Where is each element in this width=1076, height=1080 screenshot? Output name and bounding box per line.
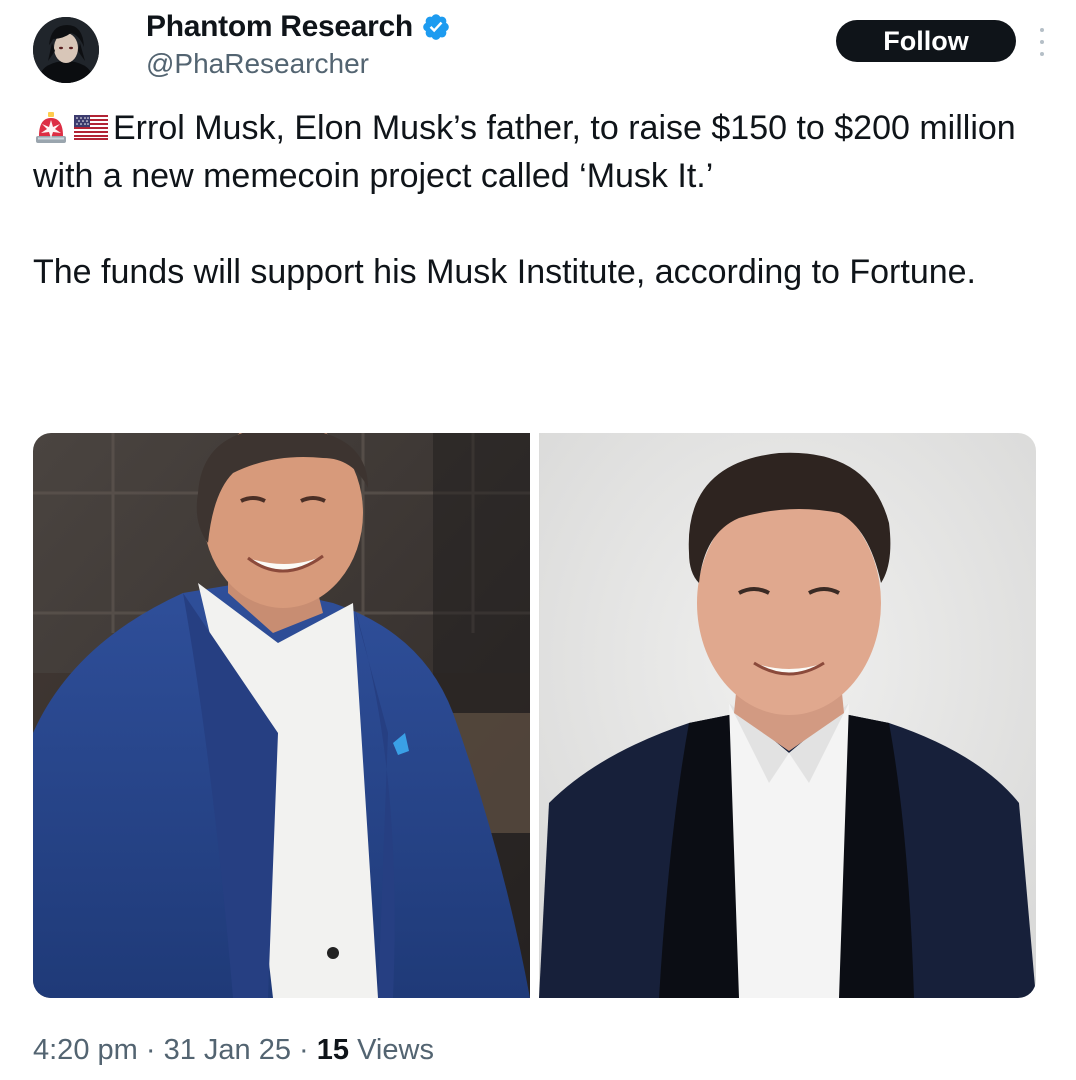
tweet-paragraph-1: Errol Musk, Elon Musk’s father, to raise… — [33, 104, 1048, 200]
author-name-row[interactable]: Phantom Research — [146, 10, 451, 44]
tweet-paragraph-2: The funds will support his Musk Institut… — [33, 253, 977, 291]
more-options-icon[interactable] — [1034, 28, 1050, 56]
tweet-paragraph-1-text: Errol Musk, Elon Musk’s father, to raise… — [33, 109, 1016, 195]
author-display-name[interactable]: Phantom Research — [146, 10, 413, 44]
avatar[interactable] — [33, 17, 99, 83]
verified-badge-icon — [421, 12, 451, 42]
meta-separator: · — [299, 1034, 309, 1066]
views-label: Views — [357, 1034, 434, 1066]
tweet-text: Errol Musk, Elon Musk’s father, to raise… — [33, 104, 1048, 296]
tweet-meta: 4:20 pm · 31 Jan 25 · 15 Views — [33, 1030, 434, 1070]
tweet-date[interactable]: 31 Jan 25 — [164, 1034, 291, 1066]
follow-button[interactable]: Follow — [836, 20, 1016, 62]
photo-errol-musk[interactable] — [33, 433, 530, 998]
photo-elon-musk-image — [539, 433, 1036, 998]
photo-elon-musk[interactable] — [539, 433, 1036, 998]
meta-separator: · — [145, 1034, 156, 1066]
photo-errol-musk-image — [33, 433, 530, 998]
police-light-emoji — [33, 109, 69, 143]
tweet-time[interactable]: 4:20 pm — [33, 1034, 138, 1066]
author-handle[interactable]: @PhaResearcher — [146, 48, 369, 80]
us-flag-emoji — [73, 109, 109, 143]
tweet-media-grid — [33, 433, 1036, 998]
avatar-image — [33, 17, 99, 83]
views-count: 15 — [316, 1034, 350, 1066]
